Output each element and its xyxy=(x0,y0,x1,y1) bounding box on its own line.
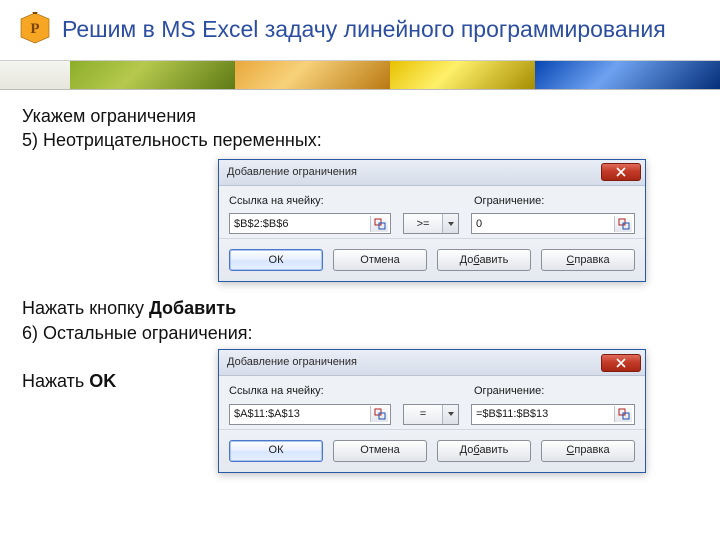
constraint-input[interactable]: 0 xyxy=(471,213,635,234)
close-button[interactable] xyxy=(601,354,641,372)
slide-body: Укажем ограничения 5) Неотрицательность … xyxy=(0,90,720,393)
constraint-input[interactable]: =$B$11:$B$13 xyxy=(471,404,635,425)
text-line: Нажать кнопку Добавить xyxy=(22,296,698,320)
range-picker-icon[interactable] xyxy=(370,216,388,232)
help-button[interactable]: Справка xyxy=(541,440,635,462)
dialog-titlebar: Добавление ограничения xyxy=(219,160,645,186)
help-button[interactable]: Справка xyxy=(541,249,635,271)
decorative-band xyxy=(0,60,720,90)
cancel-button[interactable]: Отмена xyxy=(333,440,427,462)
slide-title: Решим в MS Excel задачу линейного програ… xyxy=(62,16,666,43)
dialog-title: Добавление ограничения xyxy=(227,165,595,180)
add-constraint-dialog-2: Добавление ограничения Ссылка на ячейку:… xyxy=(218,349,646,473)
cell-ref-label: Ссылка на ячейку: xyxy=(229,384,404,399)
chevron-down-icon xyxy=(442,405,458,424)
dialog-title: Добавление ограничения xyxy=(227,355,595,370)
cancel-button[interactable]: Отмена xyxy=(333,249,427,271)
constraint-label: Ограничение: xyxy=(474,384,635,399)
range-picker-icon[interactable] xyxy=(370,406,388,422)
text-line: Укажем ограничения xyxy=(22,104,698,128)
chevron-down-icon xyxy=(442,214,458,233)
cell-ref-input[interactable]: $B$2:$B$6 xyxy=(229,213,391,234)
slide-header: P Решим в MS Excel задачу линейного прог… xyxy=(0,0,720,60)
svg-text:P: P xyxy=(30,21,39,37)
range-picker-icon[interactable] xyxy=(614,216,632,232)
ok-button[interactable]: ОК xyxy=(229,249,323,271)
operator-select[interactable]: >= xyxy=(403,213,459,234)
add-button[interactable]: Добавить xyxy=(437,249,531,271)
presentation-logo: P xyxy=(18,12,52,46)
range-picker-icon[interactable] xyxy=(614,406,632,422)
text-line: 6) Остальные ограничения: xyxy=(22,321,698,345)
cell-ref-input[interactable]: $A$11:$A$13 xyxy=(229,404,391,425)
add-button[interactable]: Добавить xyxy=(437,440,531,462)
operator-select[interactable]: = xyxy=(403,404,459,425)
constraint-label: Ограничение: xyxy=(474,194,635,209)
add-constraint-dialog-1: Добавление ограничения Ссылка на ячейку:… xyxy=(218,159,646,283)
close-button[interactable] xyxy=(601,163,641,181)
cell-ref-label: Ссылка на ячейку: xyxy=(229,194,404,209)
text-line: 5) Неотрицательность переменных: xyxy=(22,128,698,152)
ok-button[interactable]: ОК xyxy=(229,440,323,462)
